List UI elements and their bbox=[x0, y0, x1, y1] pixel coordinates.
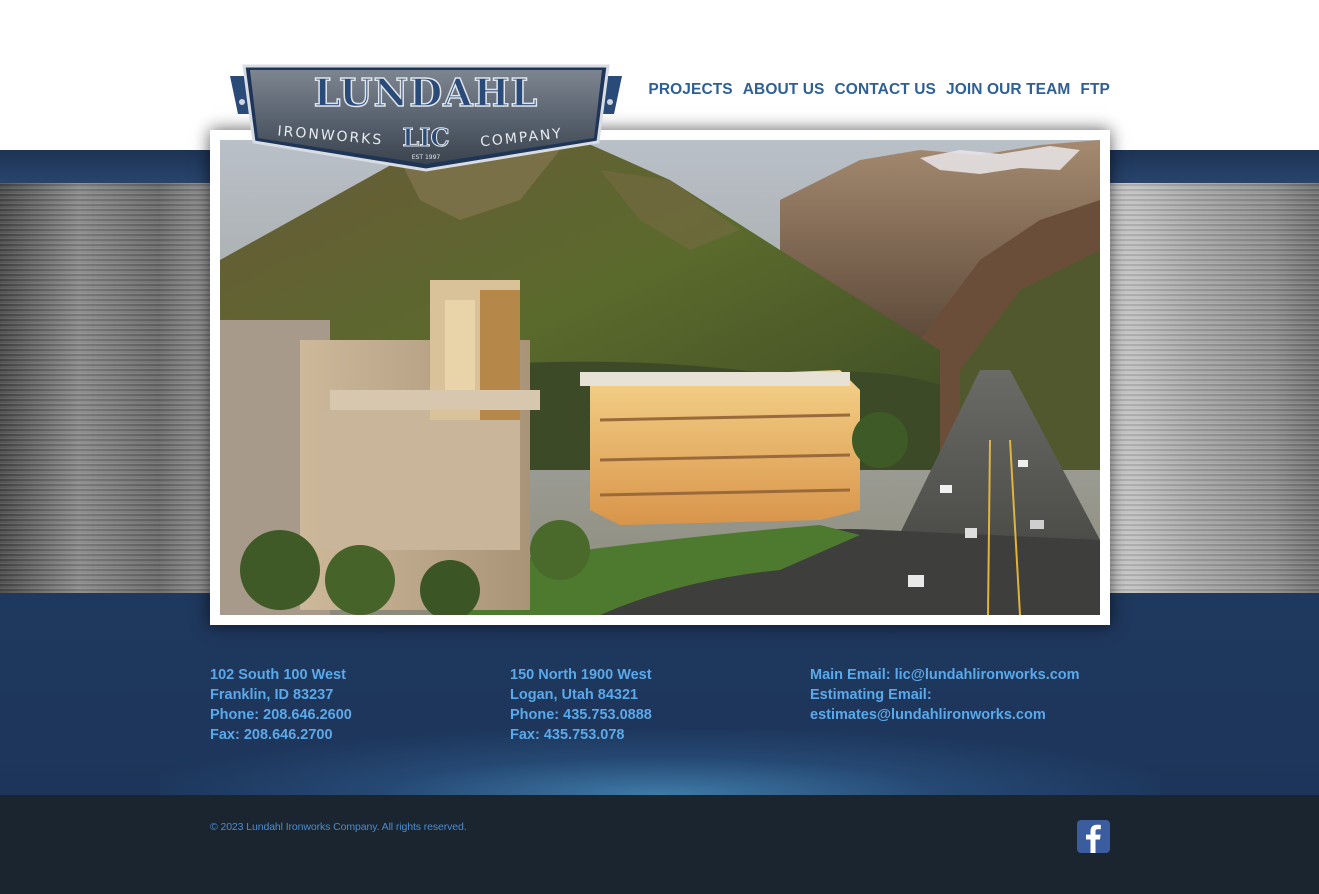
hero-illustration bbox=[220, 140, 1100, 615]
location-franklin: 102 South 100 West Franklin, ID 83237 Ph… bbox=[210, 665, 510, 745]
estimating-email-link[interactable]: estimates@lundahlironworks.com bbox=[810, 705, 1110, 725]
address-line-1: 150 North 1900 West bbox=[510, 667, 652, 683]
facebook-link[interactable] bbox=[1077, 820, 1110, 853]
phone[interactable]: Phone: 435.753.0888 bbox=[510, 705, 810, 725]
site-footer: © 2023 Lundahl Ironworks Company. All ri… bbox=[0, 795, 1319, 894]
nav-join-our-team[interactable]: JOIN OUR TEAM bbox=[946, 80, 1070, 100]
brushed-metal-right bbox=[1100, 183, 1319, 593]
logo-badge-icon: LUNDAHL IRONWORKS COMPANY LIC EST 1997 bbox=[230, 64, 622, 172]
lundahl-logo[interactable]: LUNDAHL IRONWORKS COMPANY LIC EST 1997 bbox=[228, 62, 624, 174]
main-nav: PROJECTS ABOUT US CONTACT US JOIN OUR TE… bbox=[648, 80, 1110, 100]
site-header bbox=[0, 0, 1319, 150]
address-line-1: 102 South 100 West bbox=[210, 667, 346, 683]
main-email-link[interactable]: Main Email: lic@lundahlironworks.com bbox=[810, 665, 1110, 685]
hero-frame bbox=[210, 130, 1110, 625]
nav-about-us[interactable]: ABOUT US bbox=[743, 80, 825, 100]
location-logan: 150 North 1900 West Logan, Utah 84321 Ph… bbox=[510, 665, 810, 745]
logo-wordmark: LUNDAHL bbox=[314, 70, 539, 115]
fax: Fax: 208.646.2700 bbox=[210, 727, 333, 743]
email-contacts: Main Email: lic@lundahlironworks.com Est… bbox=[810, 665, 1110, 725]
nav-ftp[interactable]: FTP bbox=[1080, 80, 1110, 100]
hero-image bbox=[220, 140, 1100, 615]
fax: Fax: 435.753.078 bbox=[510, 727, 625, 743]
logo-established: EST 1997 bbox=[412, 154, 441, 161]
nav-contact-us[interactable]: CONTACT US bbox=[835, 80, 936, 100]
address-line-2: Franklin, ID 83237 bbox=[210, 687, 334, 703]
estimating-email-label: Estimating Email: bbox=[810, 687, 932, 703]
facebook-icon bbox=[1086, 824, 1101, 853]
logo-monogram: LIC bbox=[402, 123, 449, 152]
address-line-2: Logan, Utah 84321 bbox=[510, 687, 639, 703]
copyright-text: © 2023 Lundahl Ironworks Company. All ri… bbox=[210, 821, 467, 833]
phone[interactable]: Phone: 208.646.2600 bbox=[210, 705, 510, 725]
nav-projects[interactable]: PROJECTS bbox=[648, 80, 732, 100]
